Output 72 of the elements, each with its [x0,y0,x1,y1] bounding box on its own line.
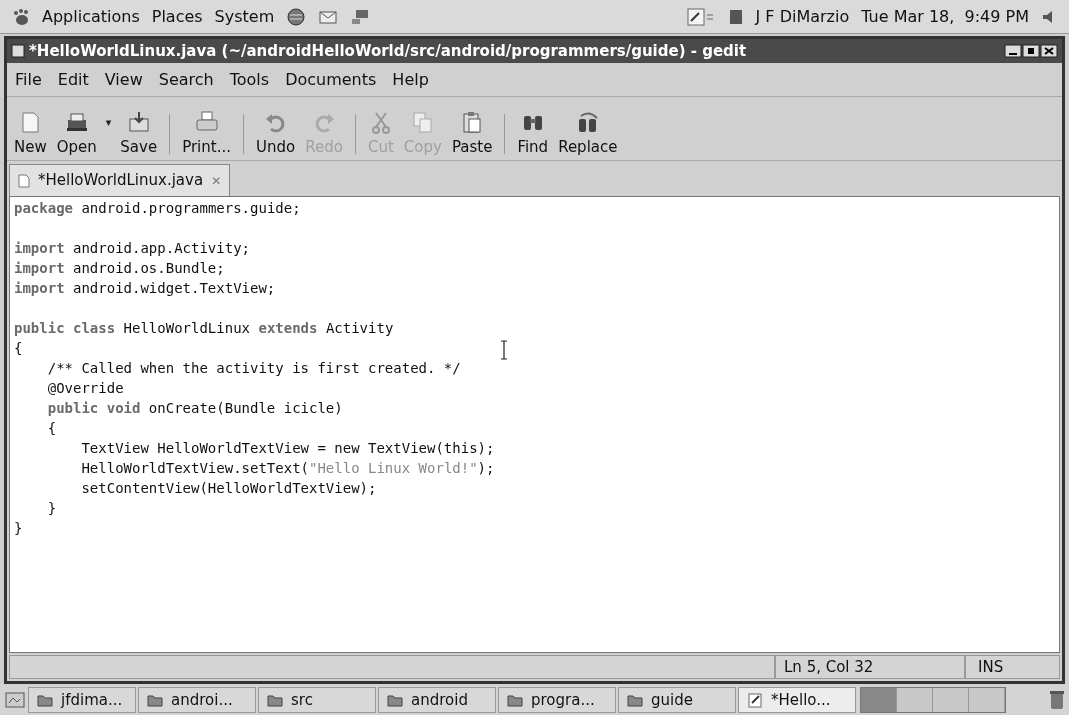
code-line: } [46,499,57,518]
foot-logo-icon [12,7,30,26]
globe-icon [286,6,307,27]
text-cursor-icon [500,340,508,360]
menu-item[interactable]: View [104,67,143,92]
printer-icon [193,110,220,134]
code-line: /** Called when the activity is first created. */ [46,359,461,378]
undo-button[interactable]: Undo [252,110,299,156]
code-line: public class HelloWorldLinux extends Activity [14,319,394,338]
code-line: public void onCreate(Bundle icicle) [46,399,343,418]
menu-item[interactable]: File [15,67,42,92]
taskbar-button[interactable]: guide [618,687,736,713]
user-name[interactable]: J F DiMarzio [755,4,850,29]
code-line: package android.programmers.guide; [14,199,301,218]
code-line: import android.app.Activity; [14,239,250,258]
save-button[interactable]: Save [117,110,161,156]
code-line: import android.widget.TextView; [14,279,276,298]
taskbar-button[interactable]: *Hello... [738,687,856,713]
taskbar-button[interactable]: progra... [498,687,616,713]
notepad-icon [747,692,763,708]
cursor-position: Ln 5, Col 32 [775,655,965,679]
window-icon [11,44,25,58]
code-line: HelloWorldTextView.setText("Hello Linux World!"); [80,459,495,478]
dropdown-button[interactable]: ▾ [103,115,114,132]
folder-icon [37,693,53,707]
code-line: TextView HelloWorldTextView = new TextView(this); [80,439,495,458]
notes-icon [685,6,716,27]
taskbar-button[interactable]: androi... [138,687,256,713]
panel-menu[interactable]: Places [151,4,203,29]
find-button[interactable]: Find [514,110,552,156]
folder-icon [147,693,163,707]
document-tab[interactable]: *HelloWorldLinux.java ✕ [9,164,231,196]
insert-mode: INS [965,655,1060,679]
workspace[interactable] [933,688,969,712]
code-line: @Override [46,379,124,398]
workspace[interactable] [897,688,933,712]
panel-menu[interactable]: System [214,4,275,29]
paste-button[interactable]: Paste [448,110,496,156]
folder-icon [627,693,643,707]
code-line: { [46,419,57,438]
taskbar-button[interactable]: jfdima... [28,687,136,713]
workspace-switcher[interactable] [860,687,1006,713]
folder-icon [267,693,283,707]
show-desktop-icon [4,690,26,710]
workspace[interactable] [969,688,1005,712]
panel-menu[interactable]: Applications [42,4,140,29]
code-editor[interactable] [9,196,1060,653]
taskbar-button[interactable]: android [378,687,496,713]
tab-close-button[interactable]: ✕ [211,171,222,190]
tab-label: *HelloWorldLinux.java [38,170,204,192]
folder-icon [387,693,403,707]
menu-item[interactable]: Edit [57,67,89,92]
print-button[interactable]: Print... [179,110,234,156]
workspace[interactable] [861,688,897,712]
new-button[interactable]: New [11,110,50,156]
document-icon [18,173,30,188]
menu-item[interactable]: Search [158,67,214,92]
taskbar-button[interactable]: src [258,687,376,713]
clock[interactable]: Tue Mar 18, 9:49 PM [861,4,1029,29]
code-line: } [14,519,23,538]
code-line: setContentView(HelloWorldTextView); [80,479,377,498]
open-button[interactable]: Open [53,110,100,156]
menu-item[interactable]: Documents [285,67,377,92]
window-controls-icon [1004,44,1058,58]
window-title: *HelloWorldLinux.java (~/androidHelloWorld/src/android/programmers/guide) - gedit [29,40,747,62]
trash-icon [1049,689,1065,711]
menu-item[interactable]: Tools [229,67,270,92]
folder-icon [507,693,523,707]
replace-button[interactable]: Replace [555,110,621,156]
menu-item[interactable]: Help [392,67,429,92]
code-line: import android.os.Bundle; [14,259,225,278]
code-line: { [14,339,23,358]
